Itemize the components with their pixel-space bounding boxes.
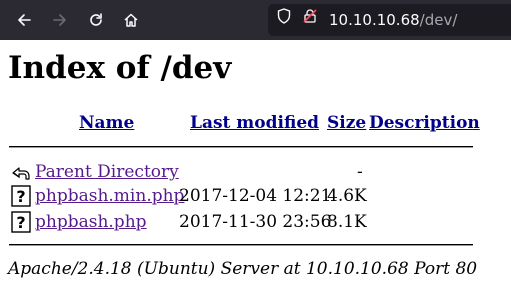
column-header-last-modified[interactable]: Last modified (190, 112, 319, 134)
back-icon (11, 161, 31, 183)
sort-by-description-link[interactable]: Description (369, 113, 480, 133)
column-header-size[interactable]: Size (327, 112, 366, 134)
back-arrow-icon (18, 14, 31, 26)
page-title: Index of /dev (8, 50, 232, 86)
browser-toolbar: 10.10.10.68/dev/ (0, 0, 511, 40)
file-link[interactable]: phpbash.php (35, 212, 147, 232)
file-link[interactable]: phpbash.min.php (35, 186, 184, 206)
column-header-description[interactable]: Description (369, 112, 480, 134)
table-divider-bottom (9, 244, 473, 246)
home-icon (124, 13, 138, 27)
server-signature: Apache/2.4.18 (Ubuntu) Server at 10.10.1… (8, 259, 478, 279)
reload-button[interactable] (86, 10, 106, 30)
insecure-lock-icon[interactable] (302, 8, 318, 24)
url-path: /dev/ (419, 11, 458, 29)
unknown-file-icon: ? (11, 185, 31, 207)
home-button[interactable] (121, 10, 141, 30)
unknown-file-icon: ? (11, 211, 31, 233)
forward-button[interactable] (50, 10, 70, 30)
row-last-modified: 2017-11-30 23:56 (179, 212, 332, 232)
list-item[interactable]: phpbash.php (35, 211, 147, 233)
row-size: 8.1K (327, 212, 367, 232)
parent-directory-link[interactable]: Parent Directory (35, 162, 179, 182)
list-item[interactable]: Parent Directory (35, 161, 179, 183)
sort-by-last-modified-link[interactable]: Last modified (190, 113, 319, 133)
url-host: 10.10.10.68 (329, 11, 420, 29)
svg-text:?: ? (16, 213, 25, 232)
shield-icon[interactable] (276, 8, 292, 24)
list-item[interactable]: phpbash.min.php (35, 185, 184, 207)
back-button[interactable] (14, 10, 34, 30)
table-divider-top (9, 146, 473, 148)
url-text[interactable]: 10.10.10.68/dev/ (329, 9, 457, 31)
reload-icon (90, 13, 102, 26)
row-size: - (357, 162, 363, 182)
row-last-modified: 2017-12-04 12:21 (179, 186, 332, 206)
svg-text:?: ? (16, 187, 25, 206)
row-size: 4.6K (327, 186, 367, 206)
column-header-name[interactable]: Name (79, 112, 134, 134)
forward-arrow-icon (53, 14, 66, 26)
sort-by-name-link[interactable]: Name (79, 113, 134, 133)
sort-by-size-link[interactable]: Size (327, 113, 366, 133)
